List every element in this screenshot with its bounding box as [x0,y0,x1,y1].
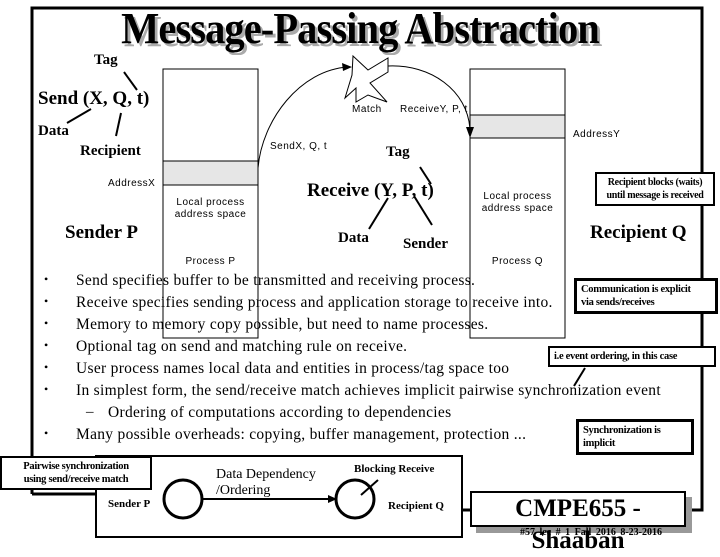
receive-expression: Receive (Y, P, t) [307,180,434,201]
bullet-text: User process names local data and entiti… [76,360,510,377]
sub-bullet-glyph: – [86,404,94,420]
bullet-text: Optional tag on send and matching rule o… [76,338,408,355]
sync-recipient-label: Recipient Q [388,500,444,512]
sync-blocking-label: Blocking Receive [354,463,435,475]
note-sync-implicit: Synchronization is implicit [576,419,694,455]
send-expression: Send (X, Q, t) [38,88,150,109]
send-arrow [257,66,349,169]
bullet-glyph: • [44,426,49,440]
bullet-glyph: • [44,316,49,330]
receive-arrow-label: ReceiveY, P, t [400,104,468,115]
send-data-line [66,108,92,124]
recipient-q-label: Recipient Q [590,222,687,243]
bullet-glyph: • [44,382,49,396]
sender-p-node [162,478,204,520]
note-recipient-blocks-line-2: until message is received [606,190,704,201]
note-communication-line-2: via sends/receives [581,297,655,308]
note-sync-implicit-line-2: implicit [583,438,616,449]
note-pairwise-line-1: Pairwise synchronization [23,461,129,472]
send-recipient-label: Recipient [80,143,141,159]
process-q-caption: Process Q [491,256,544,267]
address-y-region [469,114,566,139]
match-star-icon [343,54,389,103]
footer-meta: #57 lec # 1 Fall 2016 8-23-2016 [520,527,662,538]
process-p-caption: Process P [185,256,236,267]
bullet-text: Send specifies buffer to be transmitted … [76,272,476,289]
note-communication-explicit: Communication is explicit via sends/rece… [574,278,718,314]
bullet-text: Receive specifies sending process and ap… [76,294,553,311]
bullet-glyph: • [44,272,49,286]
bullet-text: Many possible overheads: copying, buffer… [76,426,527,443]
note-communication-line-1: Communication is explicit [581,284,691,295]
receive-data-line [368,197,389,230]
bullet-text: Ordering of computations according to de… [108,404,452,421]
process-q-space-label-1: Local process [483,191,552,202]
bullet-glyph: • [44,294,49,308]
bullet-text: In simplest form, the send/receive match… [76,382,661,399]
sync-dependency-label-1: Data Dependency [216,467,316,482]
note-event-ordering-line-1: i.e event ordering, in this case [554,351,678,362]
receive-sender-label: Sender [403,236,448,252]
receive-data-label: Data [338,230,369,246]
note-pairwise-line-2: using send/receive match [23,474,129,485]
note-pairwise-sync: Pairwise synchronization using send/rece… [0,456,152,490]
send-recipient-line [115,112,122,137]
send-arrowhead [342,63,352,71]
footer-brand: CMPE655 - Shaaban [470,491,686,554]
receive-tag-label: Tag [386,144,410,160]
note-sync-implicit-line-1: Synchronization is [583,425,661,436]
receive-arrow [387,65,471,131]
bullet-glyph: • [44,360,49,374]
address-x-label: AddressX [108,178,156,189]
note-recipient-blocks: Recipient blocks (waits) until message i… [595,172,715,206]
page-title: Message-Passing Abstraction [121,4,600,53]
process-p-space-label-2: address space [174,209,247,220]
note-recipient-blocks-line-1: Recipient blocks (waits) [607,177,703,188]
bullet-glyph: • [44,338,49,352]
address-x-region [162,160,259,186]
send-tag-label: Tag [94,52,118,68]
recipient-q-node [334,478,376,520]
sync-sender-label: Sender P [108,498,151,510]
sender-p-label: Sender P [65,222,139,243]
process-q-space-label-2: address space [481,203,554,214]
send-arrow-label: SendX, Q, t [270,141,328,152]
address-y-label: AddressY [573,129,621,140]
send-data-label: Data [38,123,69,139]
bullet-text: Memory to memory copy possible, but need… [76,316,489,333]
frame-footer-connector [688,490,704,512]
process-p-space-label-1: Local process [176,197,245,208]
sync-dependency-label-2: /Ordering [216,483,271,498]
match-label: Match [352,104,382,115]
note-event-ordering: i.e event ordering, in this case [548,346,716,367]
